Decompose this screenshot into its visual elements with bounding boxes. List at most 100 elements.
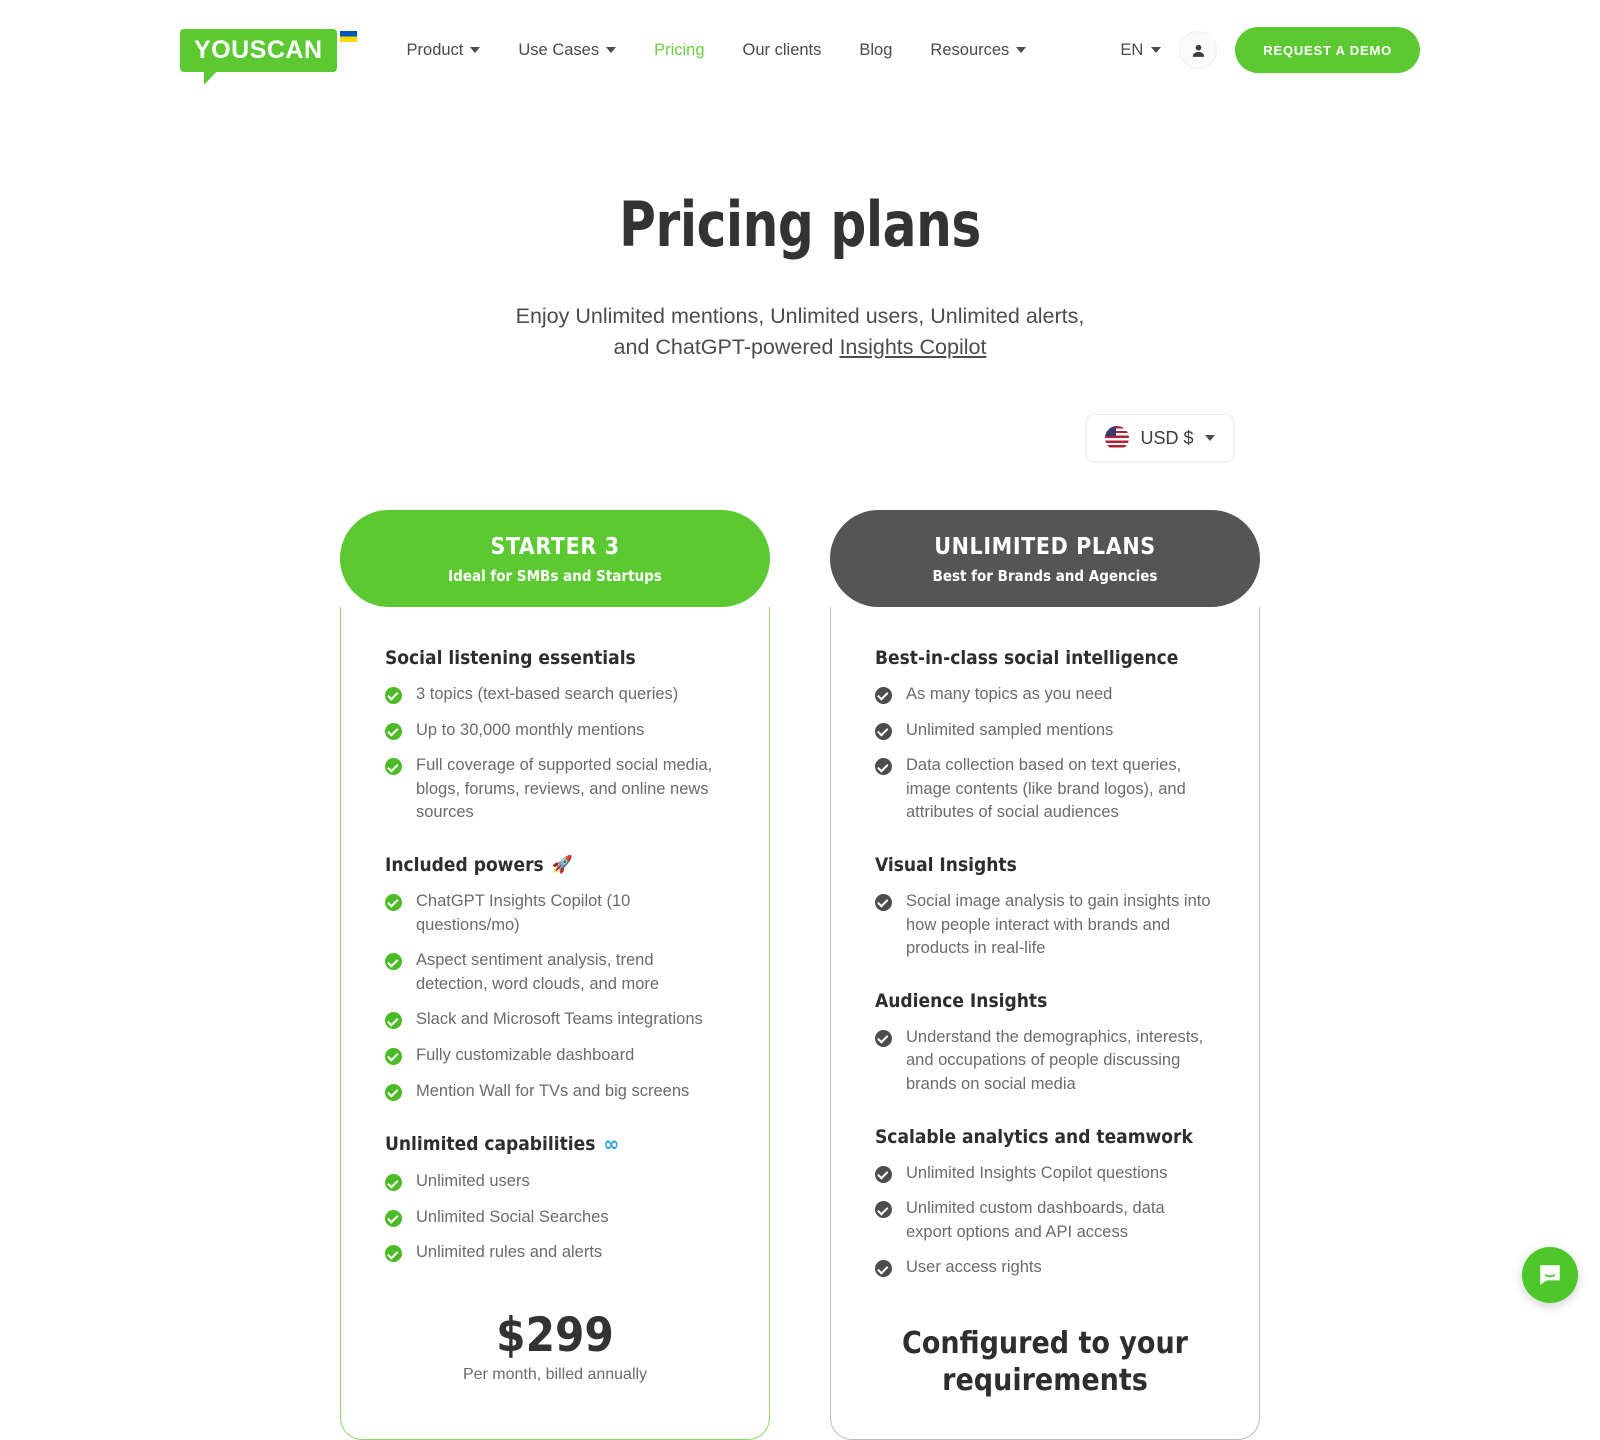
hero-section: Pricing plans Enjoy Unlimited mentions, … <box>0 188 1600 362</box>
feature-text: Full coverage of supported social media,… <box>416 756 713 822</box>
feature-section: Visual Insights Social image analysis to… <box>875 854 1215 961</box>
nav-label: Use Cases <box>518 40 600 59</box>
page-title: Pricing plans <box>619 188 981 261</box>
chevron-down-icon <box>1016 47 1027 53</box>
plan-body-starter: Social listening essentials 3 topics (te… <box>340 607 770 1440</box>
feature-item: ChatGPT Insights Copilot (10 questions/m… <box>385 890 725 937</box>
feature-item: Unlimited sampled mentions <box>875 719 1215 743</box>
feature-text: Aspect sentiment analysis, trend detecti… <box>416 951 660 993</box>
hero-subtitle-line-1: Enjoy Unlimited mentions, Unlimited user… <box>515 304 1085 328</box>
feature-item: Full coverage of supported social media,… <box>385 754 725 825</box>
feature-section-title: Scalable analytics and teamwork <box>875 1126 1215 1148</box>
feature-item: Unlimited Insights Copilot questions <box>875 1162 1215 1186</box>
feature-text: Understand the demographics, interests, … <box>906 1027 1204 1093</box>
feature-section-title-text: Scalable analytics and teamwork <box>875 1125 1193 1148</box>
plan-subtitle: Ideal for SMBs and Startups <box>448 567 662 586</box>
check-icon <box>875 894 892 911</box>
feature-section-title-text: Included powers <box>385 854 544 876</box>
main-navigation: Product Use Cases Pricing Our clients Bl… <box>407 41 1027 60</box>
youscan-logo[interactable]: YOUSCAN <box>180 28 357 85</box>
infinity-icon: ∞ <box>603 1132 620 1157</box>
feature-text: Unlimited custom dashboards, data export… <box>906 1199 1165 1241</box>
feature-section-title: Social listening essentials <box>385 647 725 669</box>
chat-widget-button[interactable] <box>1522 1247 1578 1303</box>
feature-section-title-text: Unlimited capabilities <box>385 1133 596 1156</box>
feature-section-title-text: Social listening essentials <box>385 647 636 670</box>
check-icon <box>385 1245 402 1263</box>
check-icon <box>875 1201 892 1219</box>
ukraine-flag-icon <box>339 30 357 42</box>
nav-label: Blog <box>859 40 893 59</box>
feature-item: Slack and Microsoft Teams integrations <box>385 1008 725 1032</box>
check-icon <box>875 722 892 740</box>
feature-section: Included powers 🚀 ChatGPT Insights Copil… <box>385 854 725 1103</box>
chevron-down-icon <box>1151 47 1162 53</box>
chat-bubble-icon <box>1540 1265 1560 1285</box>
currency-selector-row: USD $ <box>0 414 1600 463</box>
nav-item-use-cases[interactable]: Use Cases <box>518 40 617 60</box>
nav-label: Product <box>406 40 464 59</box>
feature-item: Understand the demographics, interests, … <box>875 1026 1215 1097</box>
feature-text: Up to 30,000 monthly mentions <box>416 720 645 739</box>
check-icon <box>875 1029 892 1047</box>
feature-section-title: Audience Insights <box>875 990 1215 1012</box>
feature-text: Mention Wall for TVs and big screens <box>416 1081 690 1100</box>
check-icon <box>875 758 892 776</box>
hero-subtitle-line-2-text: and ChatGPT-powered <box>613 334 840 359</box>
request-demo-button[interactable]: REQUEST A DEMO <box>1235 27 1420 73</box>
nav-item-resources[interactable]: Resources <box>930 41 1027 60</box>
currency-label: USD $ <box>1140 427 1194 448</box>
plan-title: UNLIMITED PLANS <box>934 534 1156 561</box>
check-icon <box>875 1260 892 1278</box>
feature-text: 3 topics (text-based search queries) <box>416 685 679 704</box>
feature-text: Unlimited sampled mentions <box>906 720 1114 739</box>
feature-section-title: Included powers 🚀 <box>385 854 725 876</box>
feature-section: Social listening essentials 3 topics (te… <box>385 647 725 825</box>
feature-text: Data collection based on text queries, i… <box>906 756 1186 822</box>
nav-item-blog[interactable]: Blog <box>859 41 892 60</box>
chevron-down-icon <box>470 47 481 53</box>
feature-section-title: Visual Insights <box>875 854 1215 876</box>
check-icon <box>385 894 402 911</box>
feature-section-title-text: Best-in-class social intelligence <box>875 647 1179 670</box>
insights-copilot-link[interactable]: Insights Copilot <box>839 335 986 359</box>
feature-section-title: Best-in-class social intelligence <box>875 647 1215 669</box>
check-icon <box>385 1012 402 1030</box>
chevron-down-icon <box>606 47 617 53</box>
check-icon <box>385 953 402 971</box>
feature-item: Unlimited rules and alerts <box>385 1241 725 1265</box>
currency-selector[interactable]: USD $ <box>1086 414 1234 463</box>
feature-text: User access rights <box>906 1258 1042 1277</box>
nav-item-our-clients[interactable]: Our clients <box>743 41 822 60</box>
nav-item-pricing[interactable]: Pricing <box>654 41 704 60</box>
feature-text: Unlimited rules and alerts <box>416 1243 603 1262</box>
nav-label: Pricing <box>654 40 705 59</box>
feature-item: Data collection based on text queries, i… <box>875 754 1215 825</box>
account-button[interactable] <box>1179 31 1218 69</box>
feature-section: Scalable analytics and teamwork Unlimite… <box>875 1126 1215 1280</box>
plan-header-starter: STARTER 3 Ideal for SMBs and Startups <box>340 510 770 608</box>
plan-footer-block: Configured to your requirements <box>875 1292 1215 1439</box>
feature-item: Unlimited Social Searches <box>385 1206 725 1230</box>
check-icon <box>385 1209 402 1227</box>
check-icon <box>385 1047 402 1065</box>
feature-text: ChatGPT Insights Copilot (10 questions/m… <box>416 892 631 934</box>
feature-section-title-text: Audience Insights <box>875 989 1048 1012</box>
language-label: EN <box>1120 40 1144 59</box>
feature-text: Fully customizable dashboard <box>416 1045 635 1064</box>
plan-footer-text: Configured to your requirements <box>902 1325 1188 1398</box>
user-icon <box>1192 44 1204 57</box>
feature-section: Audience Insights Understand the demogra… <box>875 990 1215 1097</box>
check-icon <box>385 1083 402 1101</box>
nav-item-product[interactable]: Product <box>407 41 481 60</box>
feature-item: Unlimited custom dashboards, data export… <box>875 1197 1215 1244</box>
logo-badge: YOUSCAN <box>180 28 337 85</box>
feature-item: User access rights <box>875 1256 1215 1280</box>
language-selector[interactable]: EN <box>1120 40 1162 60</box>
check-icon <box>875 687 892 705</box>
feature-section-title-text: Visual Insights <box>875 854 1017 876</box>
site-header: YOUSCAN Product Use Cases Pricing Our cl… <box>0 0 1600 100</box>
check-icon <box>875 1165 892 1183</box>
feature-text: As many topics as you need <box>906 685 1113 704</box>
feature-text: Social image analysis to gain insights i… <box>906 892 1211 958</box>
